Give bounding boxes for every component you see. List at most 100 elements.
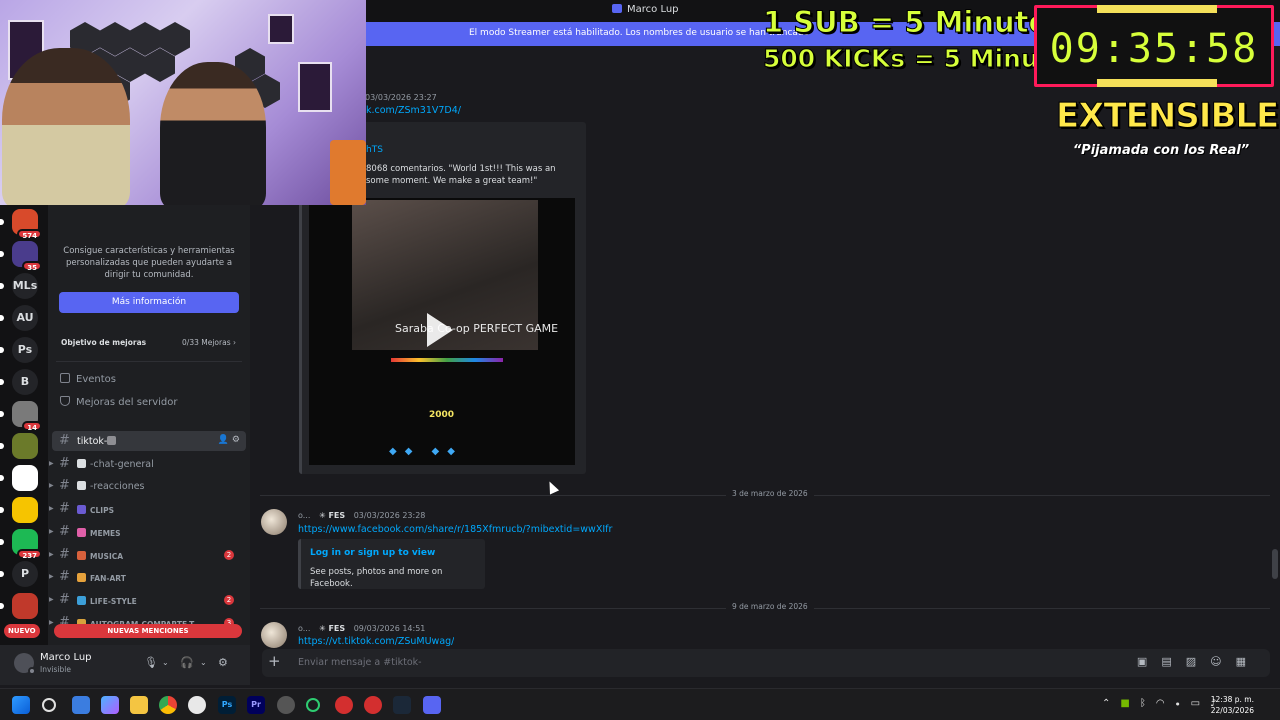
clock[interactable]: 12:38 p. m. 22/03/2026 <box>1211 694 1254 716</box>
wall-frame <box>268 14 294 44</box>
composer-placeholder[interactable]: Enviar mensaje a #tiktok- <box>298 657 422 668</box>
server-icon[interactable]: B <box>12 369 38 395</box>
bluetooth-icon[interactable]: ᛒ <box>1140 698 1156 709</box>
date-label: 9 de marzo de 2026 <box>726 602 814 611</box>
boost-goal-count: 0/33 Mejoras <box>182 338 231 347</box>
server-icon[interactable] <box>12 497 38 523</box>
embed-title[interactable]: Log in or sign up to view <box>310 548 435 558</box>
microphone-icon[interactable]: ⏺ <box>1175 698 1191 709</box>
emoji-icon[interactable]: ☺ <box>1210 655 1235 668</box>
channel-item[interactable]: ▶ # -reacciones <box>49 476 246 496</box>
hash-icon: # <box>59 433 70 448</box>
embed-description: See posts, photos and more on Facebook. <box>310 567 443 589</box>
app-icon[interactable] <box>364 696 382 714</box>
channel-item[interactable]: ▶ # FAN-ART <box>49 567 246 587</box>
play-icon[interactable] <box>427 313 453 347</box>
server-icon[interactable]: 14 <box>12 401 42 432</box>
expand-icon[interactable]: ▶ <box>49 482 54 489</box>
events-item[interactable]: Eventos <box>60 372 116 388</box>
more-info-button[interactable]: Más información <box>59 292 239 313</box>
message-link[interactable]: k.com/ZSm31V7D4/ <box>366 105 461 116</box>
expand-icon[interactable]: ▶ <box>49 551 54 558</box>
channel-name: MUSICA <box>77 550 123 561</box>
video-player[interactable]: Saraba Co-op PERFECT GAME 2000 ◆◆ ◆◆ <box>309 198 575 465</box>
server-icon[interactable]: 35 <box>12 241 42 272</box>
hash-icon: # <box>59 569 70 585</box>
headphones-icon[interactable]: 🎧 <box>180 656 194 669</box>
channel-item[interactable]: ▶ # CLIPS <box>49 499 246 519</box>
author-name[interactable]: o... <box>298 624 310 633</box>
message-link[interactable]: https://vt.tiktok.com/ZSuMUwag/ <box>298 636 454 646</box>
server-icon[interactable]: AU <box>12 305 38 331</box>
channel-item[interactable]: ▶ # MEMES <box>49 522 246 542</box>
embed-title[interactable]: hTS <box>366 145 383 155</box>
task-view-icon[interactable] <box>72 696 90 714</box>
photoshop-icon[interactable]: Ps <box>218 696 236 714</box>
channel-emoji-icon <box>77 505 86 515</box>
boost-goal-label: Objetivo de mejoras <box>61 338 147 347</box>
channel-item[interactable]: ▶ # -chat-general <box>49 454 246 474</box>
premiere-icon[interactable]: Pr <box>247 696 265 714</box>
server-icon[interactable] <box>12 465 38 491</box>
windows-start-icon[interactable] <box>12 696 30 714</box>
search-icon[interactable] <box>42 698 56 712</box>
sticker-icon[interactable]: ▨ <box>1186 655 1210 668</box>
chevron-down-icon[interactable]: ⌄ <box>162 658 169 667</box>
embed-description: 8068 comentarios. "World 1st!!! This was… <box>366 164 556 186</box>
avatar[interactable] <box>261 622 287 648</box>
server-icon[interactable] <box>12 433 38 459</box>
expand-icon[interactable]: ▶ <box>49 573 54 580</box>
discord-icon[interactable] <box>423 696 441 714</box>
obs-icon[interactable] <box>188 696 206 714</box>
avatar[interactable] <box>261 509 287 535</box>
channel-settings-icon[interactable]: 👤 ⚙ <box>218 435 240 445</box>
author-name[interactable]: o... <box>298 511 310 520</box>
date-divider: 9 de marzo de 2026 <box>260 602 1270 614</box>
chevron-up-icon[interactable]: ⌃ <box>1102 698 1120 709</box>
expand-icon[interactable]: ▶ <box>49 619 54 626</box>
channel-item[interactable]: ▶ # MUSICA 2 <box>49 545 246 565</box>
chevron-down-icon[interactable]: ⌄ <box>200 658 207 667</box>
add-attachment-icon[interactable]: + <box>268 652 281 670</box>
streamer-banner-text: El modo Streamer está habilitado. Los no… <box>469 28 810 38</box>
app-icon[interactable] <box>306 698 320 712</box>
chrome-icon[interactable] <box>159 696 177 714</box>
new-mentions-button[interactable]: NUEVAS MENCIONES <box>54 624 242 638</box>
avatar[interactable] <box>14 653 36 675</box>
server-icon[interactable]: 574 <box>12 209 42 240</box>
server-icon[interactable]: P <box>12 561 38 587</box>
system-tray: ⌃■ᛒ◠⏺▭♪ <box>1102 698 1226 709</box>
apps-icon[interactable]: ▦ <box>1236 655 1260 668</box>
channel-item[interactable]: ▶ # LIFE-STYLE 2 <box>49 590 246 610</box>
app-icon[interactable] <box>335 696 353 714</box>
expand-icon[interactable]: ▶ <box>49 528 54 535</box>
steam-icon[interactable] <box>393 696 411 714</box>
message-composer[interactable]: + Enviar mensaje a #tiktok- ▣▤▨☺▦ <box>262 649 1270 677</box>
expand-icon[interactable]: ▶ <box>49 460 54 467</box>
server-icon[interactable]: Ps <box>12 337 38 363</box>
server-boosts-item[interactable]: Mejoras del servidor <box>60 395 178 411</box>
message-link[interactable]: https://www.facebook.com/share/r/185Xfmr… <box>298 524 612 535</box>
username[interactable]: Marco Lup <box>40 652 92 663</box>
gif-icon[interactable]: ▤ <box>1161 655 1185 668</box>
server-icon[interactable]: MLs <box>12 273 38 299</box>
expand-icon[interactable]: ▶ <box>49 505 54 512</box>
unread-indicator <box>0 443 4 449</box>
wifi-icon[interactable]: ◠ <box>1156 698 1175 709</box>
scrollbar[interactable] <box>1272 549 1278 579</box>
gear-icon[interactable]: ⚙ <box>218 656 228 669</box>
new-badge[interactable]: NUEVO <box>4 624 40 638</box>
nvidia-icon[interactable]: ■ <box>1120 698 1139 709</box>
file-explorer-icon[interactable] <box>130 696 148 714</box>
server-icon[interactable] <box>12 593 38 619</box>
boost-goal[interactable]: Objetivo de mejoras 0/33 Mejoras › <box>56 333 242 353</box>
app-icon[interactable] <box>277 696 295 714</box>
server-icon[interactable]: 237 <box>12 529 42 560</box>
channel-item[interactable]: # tiktok- 👤 ⚙ <box>52 431 246 451</box>
microphone-icon[interactable]: 🎙 <box>144 656 158 669</box>
network-icon[interactable]: ▭ <box>1191 698 1210 709</box>
timer-accent <box>1097 79 1217 87</box>
gift-icon[interactable]: ▣ <box>1137 655 1161 668</box>
widgets-icon[interactable] <box>101 696 119 714</box>
expand-icon[interactable]: ▶ <box>49 596 54 603</box>
